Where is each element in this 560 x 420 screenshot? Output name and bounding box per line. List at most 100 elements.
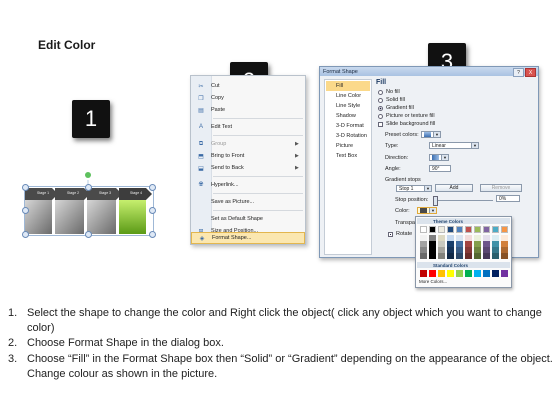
menu-item-send-to-back[interactable]: ⬓ Send to Back ▶ <box>191 162 305 174</box>
standard-color-swatch[interactable] <box>492 270 499 277</box>
theme-color-swatch[interactable] <box>492 226 499 233</box>
theme-color-swatch[interactable] <box>501 253 508 259</box>
rotate-handle[interactable] <box>85 172 91 178</box>
theme-color-swatch[interactable] <box>483 226 490 233</box>
standard-color-swatch[interactable] <box>501 270 508 277</box>
more-colors-link[interactable]: More Colors... <box>419 279 447 284</box>
menu-item-label: Format Shape... <box>212 235 252 241</box>
option-no-fill[interactable]: No fill <box>378 89 400 95</box>
menu-item-copy[interactable]: ❐ Copy <box>191 92 305 104</box>
radio-button[interactable] <box>378 89 383 95</box>
remove-stop-button[interactable]: Remove <box>480 184 522 192</box>
menu-item-cut[interactable]: ✂ Cut <box>191 80 305 92</box>
theme-color-swatch[interactable] <box>447 253 454 259</box>
theme-color-swatch[interactable] <box>438 253 445 259</box>
resize-handle[interactable] <box>22 207 29 214</box>
theme-color-swatch[interactable] <box>474 226 481 233</box>
chevron-right-icon: ▶ <box>295 141 299 147</box>
checkbox-checked[interactable] <box>388 231 393 237</box>
standard-color-swatch[interactable] <box>438 270 445 277</box>
rotate-with-shape-option[interactable]: Rotate <box>388 231 412 237</box>
menu-item-set-default-shape[interactable]: Set as Default Shape <box>191 213 305 225</box>
hyperlink-icon: 🌐︎ <box>198 181 204 188</box>
menu-separator <box>213 135 303 136</box>
standard-color-swatch[interactable] <box>429 270 436 277</box>
stop-position-slider[interactable] <box>433 200 493 201</box>
step-number: 2. <box>8 337 18 350</box>
edit-text-icon: A <box>198 124 203 130</box>
theme-color-swatch[interactable] <box>474 253 481 259</box>
option-gradient-fill[interactable]: Gradient fill <box>378 105 414 111</box>
direction-dropdown[interactable]: ▼ <box>429 154 449 161</box>
dialog-title-buttons: ? X <box>513 68 536 77</box>
theme-color-swatch[interactable] <box>483 253 490 259</box>
theme-color-swatch[interactable] <box>447 226 454 233</box>
step-badge-1: 1 <box>72 100 110 138</box>
standard-color-swatch[interactable] <box>420 270 427 277</box>
standard-color-swatch[interactable] <box>447 270 454 277</box>
theme-color-swatch[interactable] <box>420 226 427 233</box>
category-line-color[interactable]: Line Color <box>326 91 370 101</box>
category-text-box[interactable]: Text Box <box>326 151 370 161</box>
close-button[interactable]: X <box>525 68 536 77</box>
theme-color-swatch[interactable] <box>456 253 463 259</box>
dialog-title-bar[interactable]: Format Shape <box>320 67 538 76</box>
theme-color-swatch[interactable] <box>465 226 472 233</box>
resize-handle[interactable] <box>149 184 156 191</box>
arrow-shapes-group[interactable]: Stage 1 Stage 2 Stage 3 Stage 4 <box>22 172 160 238</box>
radio-button-selected[interactable] <box>378 105 383 111</box>
color-dropdown[interactable]: ▼ <box>417 207 437 214</box>
menu-item-hyperlink[interactable]: 🌐︎ Hyperlink... <box>191 179 305 191</box>
resize-handle[interactable] <box>85 184 92 191</box>
copy-icon: ❐ <box>198 95 204 102</box>
standard-color-swatch[interactable] <box>474 270 481 277</box>
slider-thumb[interactable] <box>433 196 438 206</box>
category-picture[interactable]: Picture <box>326 141 370 151</box>
angle-input[interactable]: 90° <box>429 165 451 172</box>
checkbox[interactable] <box>378 121 383 127</box>
stop-position-input[interactable]: 0% <box>496 195 520 202</box>
radio-button[interactable] <box>378 113 383 119</box>
option-label: Gradient fill <box>386 105 414 111</box>
gradient-stops-label: Gradient stops <box>385 177 421 183</box>
resize-handle[interactable] <box>22 231 29 238</box>
theme-color-swatch[interactable] <box>429 253 436 259</box>
theme-color-swatch[interactable] <box>420 253 427 259</box>
category-shadow[interactable]: Shadow <box>326 111 370 121</box>
theme-color-swatch[interactable] <box>501 226 508 233</box>
category-3d-format[interactable]: 3-D Format <box>326 121 370 131</box>
theme-color-swatch[interactable] <box>429 226 436 233</box>
menu-item-bring-to-front[interactable]: ⬒ Bring to Front ▶ <box>191 150 305 162</box>
standard-color-swatch[interactable] <box>465 270 472 277</box>
menu-item-paste[interactable]: ▤ Paste <box>191 104 305 116</box>
theme-color-swatch[interactable] <box>465 253 472 259</box>
type-dropdown[interactable]: Linear ▼ <box>429 142 479 149</box>
category-fill[interactable]: Fill <box>326 81 370 91</box>
menu-item-save-as-picture[interactable]: Save as Picture... <box>191 196 305 208</box>
menu-item-group[interactable]: ⧉ Group ▶ <box>191 138 305 150</box>
resize-handle[interactable] <box>149 207 156 214</box>
theme-color-swatch[interactable] <box>438 226 445 233</box>
add-stop-button[interactable]: Add <box>435 184 473 192</box>
option-picture-fill[interactable]: Picture or texture fill <box>378 113 435 119</box>
menu-item-edit-text[interactable]: A Edit Text <box>191 121 305 133</box>
type-value: Linear <box>432 142 446 149</box>
standard-color-swatch[interactable] <box>483 270 490 277</box>
standard-color-swatch[interactable] <box>456 270 463 277</box>
category-line-style[interactable]: Line Style <box>326 101 370 111</box>
resize-handle[interactable] <box>85 231 92 238</box>
step-number: 1. <box>8 307 18 319</box>
preset-colors-dropdown[interactable]: ▼ <box>421 131 441 138</box>
theme-color-swatch[interactable] <box>456 226 463 233</box>
option-solid-fill[interactable]: Solid fill <box>378 97 405 103</box>
resize-handle[interactable] <box>22 184 29 191</box>
menu-item-format-shape[interactable]: ◈ Format Shape... <box>191 232 305 244</box>
stop-dropdown[interactable]: Stop 1 ▼ <box>396 185 432 192</box>
radio-button[interactable] <box>378 97 383 103</box>
category-3d-rotation[interactable]: 3-D Rotation <box>326 131 370 141</box>
resize-handle[interactable] <box>149 231 156 238</box>
option-slide-background-fill[interactable]: Slide background fill <box>378 121 435 127</box>
color-label: Color: <box>395 208 410 214</box>
theme-color-swatch[interactable] <box>492 253 499 259</box>
help-button[interactable]: ? <box>513 68 524 77</box>
